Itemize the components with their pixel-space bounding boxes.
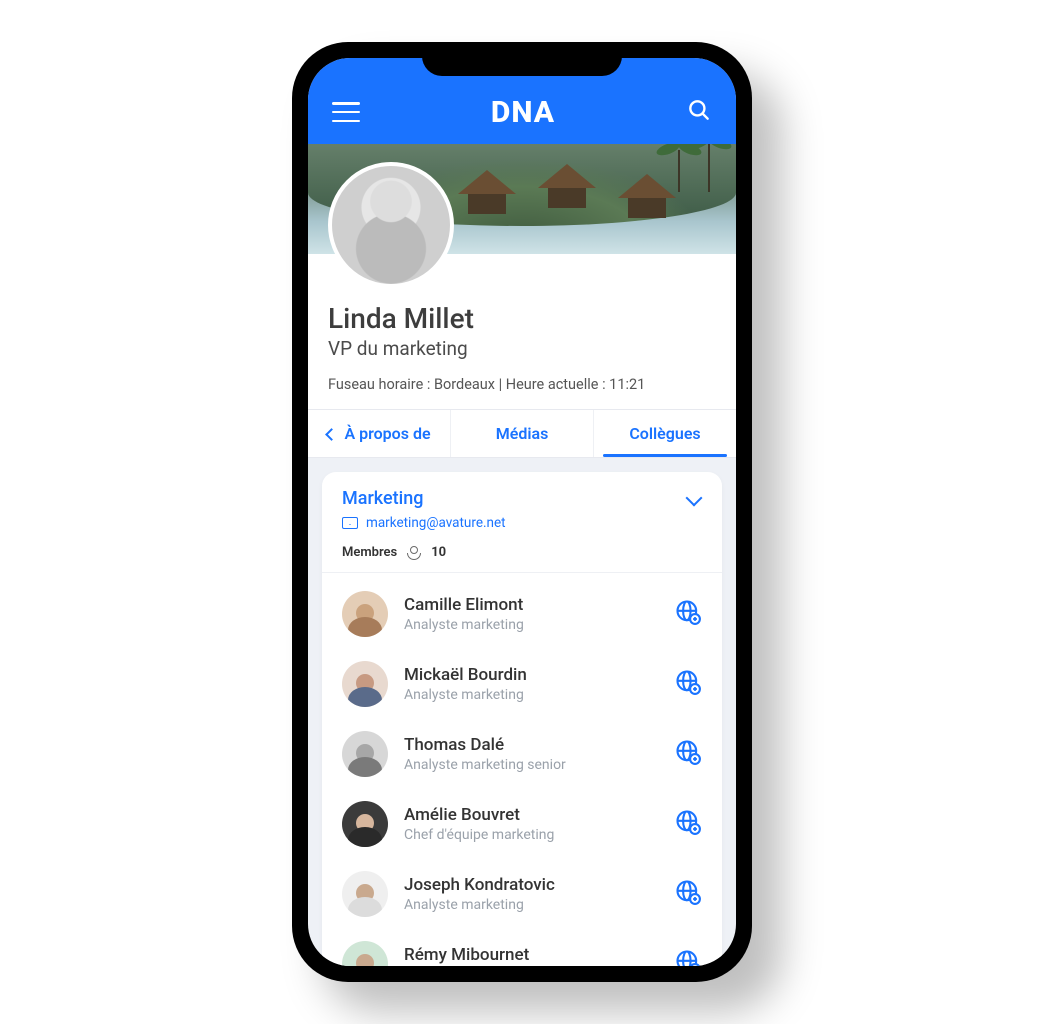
globe-icon[interactable] bbox=[674, 668, 702, 700]
colleague-row[interactable]: Camille Elimont Analyste marketing bbox=[342, 579, 702, 649]
profile-timezone: Fuseau horaire : Bordeaux | Heure actuel… bbox=[328, 376, 716, 393]
tab-about[interactable]: À propos de bbox=[308, 410, 451, 457]
department-email: marketing@avature.net bbox=[366, 515, 506, 531]
colleague-row[interactable]: Rémy Mibournet Chef d'équipe marketing bbox=[342, 929, 702, 966]
department-name: Marketing bbox=[342, 488, 702, 509]
profile-role: VP du marketing bbox=[328, 337, 716, 360]
colleague-name: Amélie Bouvret bbox=[404, 805, 658, 825]
search-icon[interactable] bbox=[686, 97, 712, 127]
menu-icon[interactable] bbox=[332, 102, 360, 122]
mail-icon bbox=[342, 517, 358, 529]
avatar bbox=[342, 871, 388, 917]
tab-media[interactable]: Médias bbox=[451, 410, 594, 457]
members-row: Membres 10 bbox=[342, 545, 702, 560]
department-email-row[interactable]: marketing@avature.net bbox=[342, 515, 702, 531]
person-icon bbox=[407, 546, 421, 560]
colleague-list: Camille Elimont Analyste marketing bbox=[322, 573, 722, 966]
colleague-role: Chef d'équipe marketing bbox=[404, 827, 658, 843]
phone-frame: DNA Linda Millet VP du marketing Fuseau … bbox=[292, 42, 752, 982]
profile-header: Linda Millet VP du marketing Fuseau hora… bbox=[308, 254, 736, 409]
globe-icon[interactable] bbox=[674, 878, 702, 910]
avatar bbox=[342, 591, 388, 637]
colleague-role: Analyste marketing bbox=[404, 617, 658, 633]
department-header[interactable]: Marketing marketing@avature.net Membres … bbox=[322, 472, 722, 573]
tab-colleagues[interactable]: Collègues bbox=[594, 410, 736, 457]
globe-icon[interactable] bbox=[674, 598, 702, 630]
globe-icon[interactable] bbox=[674, 808, 702, 840]
colleague-row[interactable]: Amélie Bouvret Chef d'équipe marketing bbox=[342, 789, 702, 859]
avatar bbox=[342, 661, 388, 707]
tab-bar: À propos de Médias Collègues bbox=[308, 409, 736, 458]
colleague-name: Mickaël Bourdin bbox=[404, 665, 658, 685]
avatar bbox=[342, 731, 388, 777]
colleague-name: Camille Elimont bbox=[404, 595, 658, 615]
colleague-row[interactable]: Joseph Kondratovic Analyste marketing bbox=[342, 859, 702, 929]
colleague-name: Rémy Mibournet bbox=[404, 945, 658, 965]
colleague-role: Analyste marketing bbox=[404, 687, 658, 703]
profile-avatar[interactable] bbox=[328, 162, 454, 288]
content-area[interactable]: Marketing marketing@avature.net Membres … bbox=[308, 458, 736, 966]
colleague-name: Joseph Kondratovic bbox=[404, 875, 658, 895]
avatar bbox=[342, 801, 388, 847]
brand-logo: DNA bbox=[491, 95, 555, 130]
chevron-left-icon bbox=[326, 428, 339, 441]
globe-icon[interactable] bbox=[674, 948, 702, 966]
members-label: Membres bbox=[342, 545, 397, 560]
colleague-row[interactable]: Thomas Dalé Analyste marketing senior bbox=[342, 719, 702, 789]
colleague-role: Analyste marketing bbox=[404, 897, 658, 913]
phone-notch bbox=[422, 42, 622, 76]
avatar bbox=[342, 941, 388, 966]
colleague-name: Thomas Dalé bbox=[404, 735, 658, 755]
colleague-row[interactable]: Mickaël Bourdin Analyste marketing bbox=[342, 649, 702, 719]
members-count: 10 bbox=[431, 545, 446, 560]
colleague-role: Analyste marketing senior bbox=[404, 757, 658, 773]
department-card: Marketing marketing@avature.net Membres … bbox=[322, 472, 722, 966]
app-screen: DNA Linda Millet VP du marketing Fuseau … bbox=[308, 58, 736, 966]
globe-icon[interactable] bbox=[674, 738, 702, 770]
